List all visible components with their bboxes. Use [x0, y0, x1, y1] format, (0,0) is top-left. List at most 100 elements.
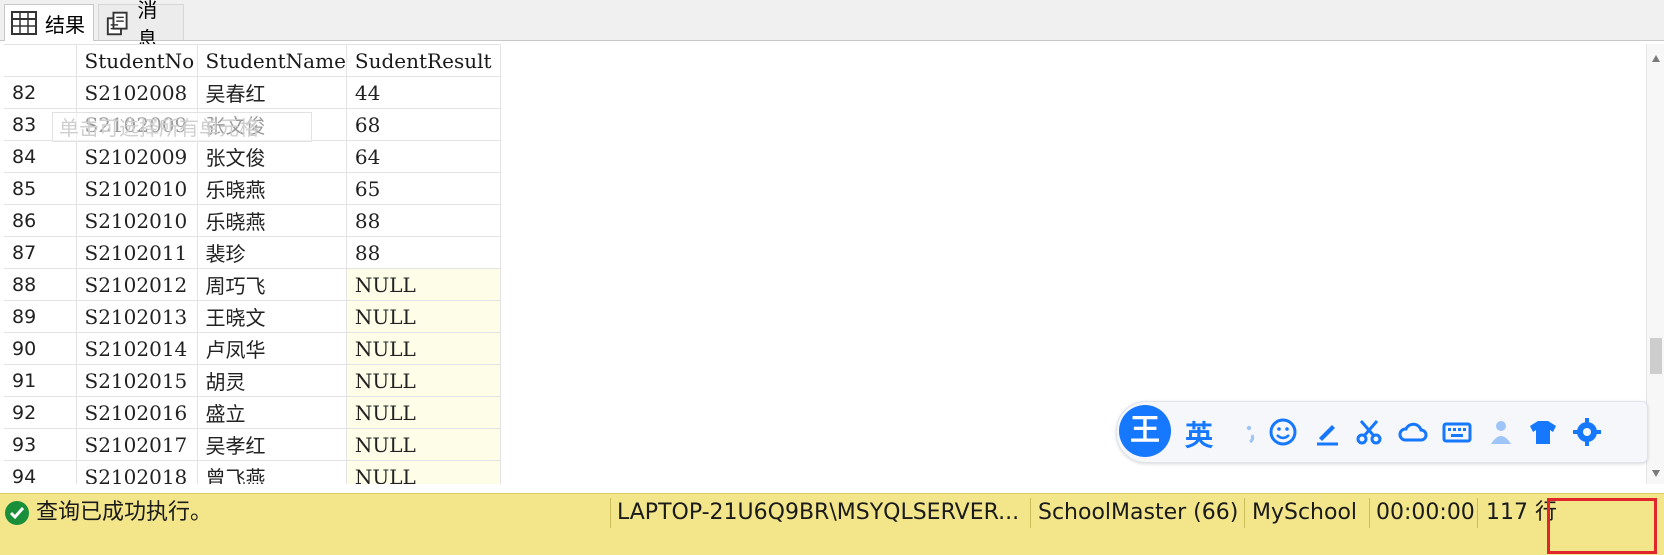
emoji-icon[interactable] — [1267, 416, 1299, 448]
result-cell[interactable]: NULL — [346, 396, 501, 429]
studentno-cell[interactable]: S2102018 — [76, 460, 198, 484]
keyboard-icon[interactable] — [1441, 416, 1473, 448]
skin-icon[interactable] — [1527, 416, 1559, 448]
row-number-cell[interactable]: 84 — [4, 140, 77, 173]
grid-icon — [11, 11, 37, 35]
results-table: StudentNo StudentName SudentResult 82 S21… — [4, 44, 501, 484]
table-row[interactable]: 84 S2102009 张文俊 64 — [4, 140, 501, 173]
studentname-cell[interactable]: 胡灵 — [197, 364, 347, 397]
studentname-cell[interactable]: 卢凤华 — [197, 332, 347, 365]
status-separator — [1369, 498, 1370, 528]
row-number-cell[interactable]: 89 — [4, 300, 77, 333]
table-row[interactable]: 88 S2102012 周巧飞 NULL — [4, 268, 501, 301]
studentno-cell[interactable]: S2102012 — [76, 268, 198, 301]
studentno-cell[interactable]: S2102016 — [76, 396, 198, 429]
result-cell[interactable]: NULL — [346, 332, 501, 365]
studentname-cell[interactable]: 吴春红 — [197, 76, 347, 109]
status-row-count: 117 行 — [1486, 500, 1557, 525]
ime-logo[interactable]: 王 — [1119, 405, 1171, 457]
row-number-cell[interactable]: 93 — [4, 428, 77, 461]
studentname-cell[interactable]: 盛立 — [197, 396, 347, 429]
column-header-studentno[interactable]: StudentNo — [76, 44, 198, 77]
result-cell[interactable]: 64 — [346, 140, 501, 173]
table-row[interactable]: 85 S2102010 乐晓燕 65 — [4, 172, 501, 205]
vertical-scrollbar[interactable] — [1646, 44, 1664, 484]
screenshot-icon[interactable] — [1353, 416, 1385, 448]
ime-language-toggle[interactable]: 英 — [1185, 414, 1213, 454]
studentname-cell[interactable]: 王晓文 — [197, 300, 347, 333]
punctuation-icon[interactable] — [1235, 416, 1267, 448]
studentno-cell[interactable]: S2102015 — [76, 364, 198, 397]
result-cell[interactable]: NULL — [346, 460, 501, 484]
header-row: StudentNo StudentName SudentResult — [4, 44, 501, 77]
results-tab-strip: 结果 消息 — [0, 0, 1664, 51]
status-message: 查询已成功执行。 — [36, 500, 213, 525]
status-server: LAPTOP-21U6Q9BR\MSYQLSERVER... — [617, 500, 1020, 525]
result-cell[interactable]: 88 — [346, 236, 501, 269]
column-header-sudentresult[interactable]: SudentResult — [346, 44, 501, 77]
status-database: MySchool — [1252, 500, 1358, 525]
row-number-cell[interactable]: 91 — [4, 364, 77, 397]
status-login: SchoolMaster (66) — [1038, 500, 1239, 525]
cloud-icon[interactable] — [1397, 416, 1429, 448]
row-number-cell[interactable]: 92 — [4, 396, 77, 429]
row-number-cell[interactable]: 86 — [4, 204, 77, 237]
row-number-cell[interactable]: 88 — [4, 268, 77, 301]
studentno-cell[interactable]: S2102009 — [76, 140, 198, 173]
status-separator — [1477, 498, 1478, 528]
row-number-cell[interactable]: 94 — [4, 460, 77, 484]
ime-toolbar: 王 英 — [1116, 401, 1648, 463]
handwriting-icon[interactable] — [1311, 416, 1343, 448]
studentname-cell[interactable]: 张文俊 — [197, 140, 347, 173]
studentno-cell[interactable]: S2102010 — [76, 204, 198, 237]
user-icon[interactable] — [1485, 416, 1517, 448]
studentname-cell[interactable]: 吴孝红 — [197, 428, 347, 461]
studentname-cell[interactable]: 乐晓燕 — [197, 204, 347, 237]
table-row[interactable]: 92 S2102016 盛立 NULL — [4, 396, 501, 429]
table-row[interactable]: 90 S2102014 卢凤华 NULL — [4, 332, 501, 365]
result-cell[interactable]: 88 — [346, 204, 501, 237]
result-cell[interactable]: NULL — [346, 428, 501, 461]
result-cell[interactable]: NULL — [346, 268, 501, 301]
studentno-cell[interactable]: S2102010 — [76, 172, 198, 205]
messages-icon — [106, 11, 128, 35]
result-cell[interactable]: 65 — [346, 172, 501, 205]
row-number-cell[interactable]: 90 — [4, 332, 77, 365]
row-number-cell[interactable]: 82 — [4, 76, 77, 109]
tab-results-label: 结果 — [45, 12, 85, 37]
studentname-cell[interactable]: 乐晓燕 — [197, 172, 347, 205]
status-separator — [610, 498, 611, 528]
studentno-cell[interactable]: S2102008 — [76, 76, 198, 109]
studentno-cell[interactable]: S2102013 — [76, 300, 198, 333]
table-row[interactable]: 93 S2102017 吴孝红 NULL — [4, 428, 501, 461]
table-row[interactable]: 89 S2102013 王晓文 NULL — [4, 300, 501, 333]
table-row[interactable]: 87 S2102011 裴珍 88 — [4, 236, 501, 269]
tab-messages[interactable]: 消息 — [98, 0, 184, 51]
studentname-cell[interactable]: 曾飞燕 — [197, 460, 347, 484]
result-cell[interactable]: 44 — [346, 76, 501, 109]
studentname-cell[interactable]: 周巧飞 — [197, 268, 347, 301]
table-row[interactable]: 82 S2102008 吴春红 44 — [4, 76, 501, 109]
status-bar: 查询已成功执行。 LAPTOP-21U6Q9BR\MSYQLSERVER... … — [0, 493, 1664, 555]
result-cell[interactable]: NULL — [346, 300, 501, 333]
tab-results[interactable]: 结果 — [4, 4, 94, 41]
studentno-cell[interactable]: S2102011 — [76, 236, 198, 269]
studentno-cell[interactable]: S2102014 — [76, 332, 198, 365]
column-header-studentname[interactable]: StudentName — [197, 44, 347, 77]
scroll-up-arrow-icon[interactable] — [1651, 54, 1661, 64]
row-number-cell[interactable]: 85 — [4, 172, 77, 205]
studentno-cell[interactable]: S2102017 — [76, 428, 198, 461]
row-number-cell[interactable]: 87 — [4, 236, 77, 269]
table-row[interactable]: 86 S2102010 乐晓燕 88 — [4, 204, 501, 237]
scrollbar-thumb[interactable] — [1650, 338, 1662, 374]
corner-select-all[interactable] — [4, 44, 77, 77]
settings-icon[interactable] — [1571, 416, 1603, 448]
status-separator — [1244, 498, 1245, 528]
table-row[interactable]: 91 S2102015 胡灵 NULL — [4, 364, 501, 397]
scroll-down-arrow-icon[interactable] — [1651, 468, 1661, 478]
table-row[interactable]: 94 S2102018 曾飞燕 NULL — [4, 460, 501, 484]
select-all-tooltip-ghost: 单击可选择所有单元格 — [52, 112, 312, 142]
studentname-cell[interactable]: 裴珍 — [197, 236, 347, 269]
result-cell[interactable]: NULL — [346, 364, 501, 397]
result-cell[interactable]: 68 — [346, 108, 501, 141]
